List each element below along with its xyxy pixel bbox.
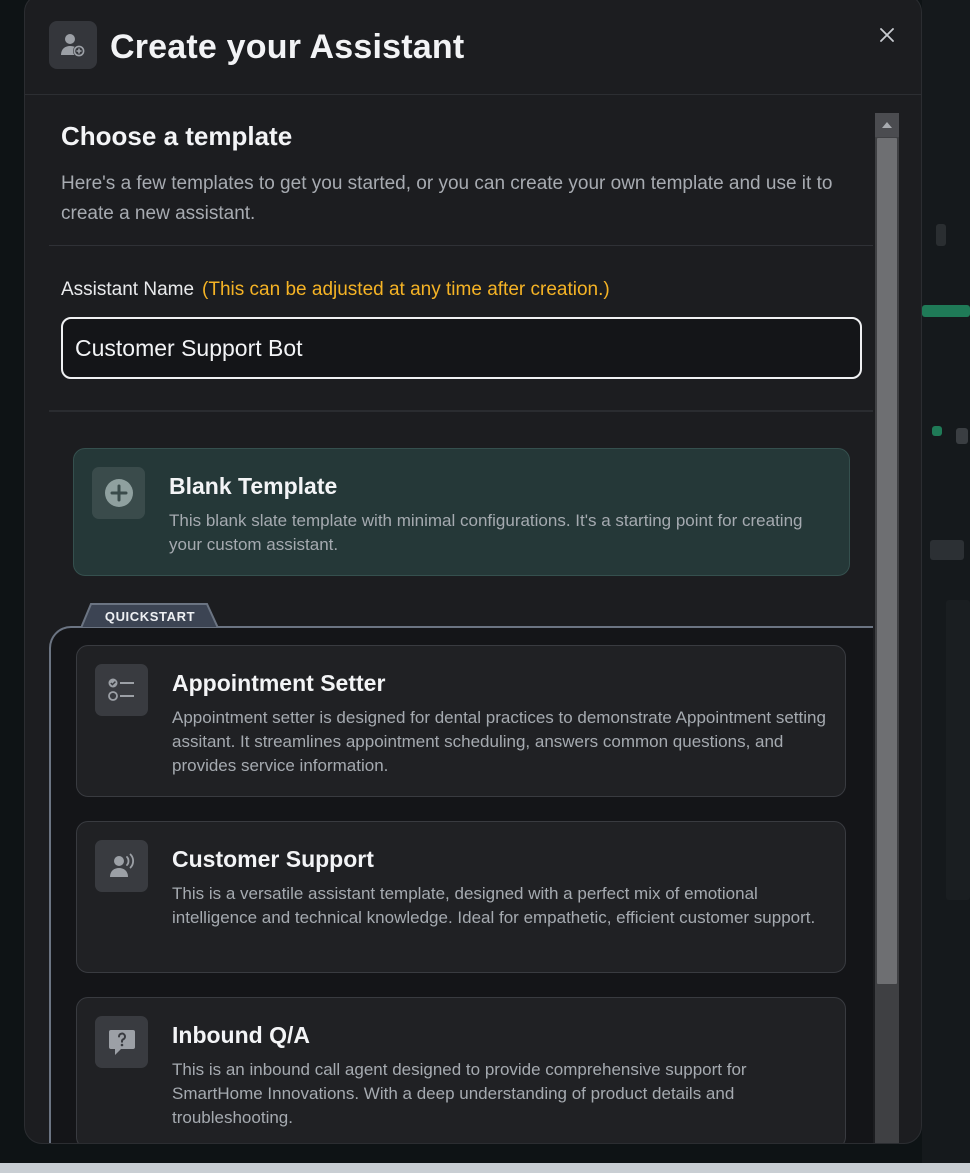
template-title: Customer Support <box>172 846 374 872</box>
checklist-icon <box>95 664 148 716</box>
scrollbar-thumb[interactable] <box>877 138 897 984</box>
divider <box>49 410 873 412</box>
modal-body: Choose a template Here's a few templates… <box>25 95 873 1143</box>
quickstart-label: QUICKSTART <box>104 609 196 624</box>
person-voice-icon <box>95 840 148 892</box>
close-icon <box>880 28 894 42</box>
quickstart-tab: QUICKSTART <box>81 603 219 628</box>
divider <box>49 245 873 246</box>
section-title: Choose a template <box>61 121 293 151</box>
background-page-edge <box>922 0 970 1173</box>
modal-header: Create your Assistant <box>25 0 921 95</box>
template-title: Inbound Q/A <box>172 1022 310 1048</box>
create-assistant-modal: Create your Assistant Choose a template … <box>24 0 922 1144</box>
blank-template-title: Blank Template <box>169 473 338 499</box>
blank-template-description: This blank slate template with minimal c… <box>169 511 803 554</box>
template-card-customer-support[interactable]: Customer Support This is a versatile ass… <box>76 821 846 973</box>
background-taskbar <box>0 1163 970 1173</box>
caret-up-icon <box>882 122 892 128</box>
template-card-inbound-qa[interactable]: Inbound Q/A This is an inbound call agen… <box>76 997 846 1143</box>
modal-title: Create your Assistant <box>110 28 465 66</box>
add-user-icon <box>49 21 97 69</box>
template-description: This is a versatile assistant template, … <box>172 884 816 927</box>
section-description: Here's a few templates to get you starte… <box>61 173 833 224</box>
assistant-name-hint: (This can be adjusted at any time after … <box>202 279 610 300</box>
template-description: Appointment setter is designed for denta… <box>172 708 826 775</box>
template-description: This is an inbound call agent designed t… <box>172 1060 747 1127</box>
scroll-up-button[interactable] <box>875 113 899 137</box>
blank-template-card[interactable]: Blank Template This blank slate template… <box>73 448 850 576</box>
template-card-appointment-setter[interactable]: Appointment Setter Appointment setter is… <box>76 645 846 797</box>
assistant-name-label: Assistant Name <box>61 279 195 300</box>
plus-circle-icon <box>92 467 145 519</box>
close-button[interactable] <box>875 23 899 47</box>
question-bubble-icon <box>95 1016 148 1068</box>
template-title: Appointment Setter <box>172 670 386 696</box>
assistant-name-input[interactable] <box>61 317 862 379</box>
assistant-name-label-row: Assistant Name (This can be adjusted at a… <box>61 279 610 301</box>
